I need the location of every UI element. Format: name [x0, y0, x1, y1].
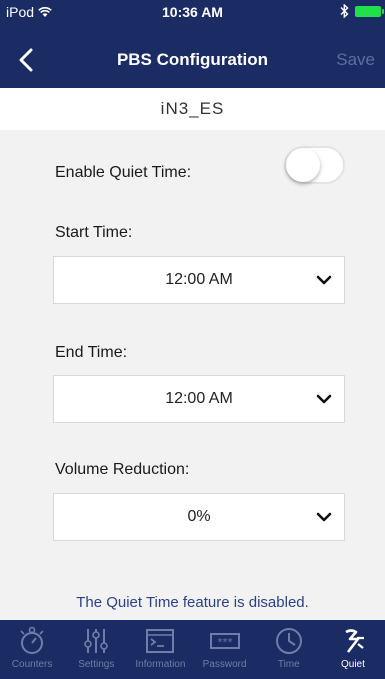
tab-counters[interactable]: Counters — [0, 620, 64, 679]
tab-quiet[interactable]: Quiet — [321, 620, 385, 679]
svg-text:***: *** — [217, 637, 232, 648]
tab-bar: Counters Settings Information *** Passwo… — [0, 620, 385, 679]
enable-quiet-time-toggle[interactable] — [284, 146, 345, 184]
tab-label: Counters — [11, 659, 53, 670]
page-title: PBS Configuration — [116, 50, 269, 69]
tab-label: Password — [202, 659, 247, 670]
tab-label: Information — [135, 659, 186, 670]
tab-label: Time — [277, 659, 300, 670]
volume-reduction-label: Volume Reduction: — [55, 461, 190, 478]
start-time-label: Start Time: — [55, 224, 133, 241]
volume-reduction-select[interactable]: 0% — [53, 493, 345, 541]
tab-label: Quiet — [340, 659, 365, 670]
terminal-icon — [146, 629, 175, 653]
tab-label: Settings — [78, 659, 115, 670]
chevron-down-icon — [316, 394, 332, 404]
clock-icon — [275, 628, 302, 654]
toggle-knob — [286, 148, 320, 182]
end-time-value: 12:00 AM — [165, 390, 233, 407]
tab-time[interactable]: Time — [257, 620, 321, 679]
tab-password[interactable]: *** Password — [193, 620, 257, 679]
save-button[interactable]: Save — [336, 50, 375, 70]
chevron-down-icon — [316, 275, 332, 285]
battery-icon — [355, 5, 384, 17]
quiet-time-status-message: The Quiet Time feature is disabled. — [76, 594, 309, 611]
navigation-bar: iPod 10:36 AM PBS Configuration Save — [0, 0, 385, 88]
chevron-down-icon — [316, 512, 332, 522]
start-time-select[interactable]: 12:00 AM — [53, 256, 345, 304]
volume-reduction-value: 0% — [187, 508, 211, 525]
start-time-value: 12:00 AM — [165, 271, 233, 288]
enable-quiet-time-label: Enable Quiet Time: — [55, 164, 192, 181]
bluetooth-icon — [340, 4, 349, 18]
status-time: 10:36 AM — [162, 4, 223, 20]
tab-information[interactable]: Information — [128, 620, 192, 679]
quiet-icon — [345, 629, 364, 653]
password-icon: *** — [209, 633, 240, 649]
stopwatch-icon — [20, 626, 44, 654]
end-time-select[interactable]: 12:00 AM — [53, 375, 345, 423]
device-name: iN3_ES — [0, 88, 385, 130]
end-time-label: End Time: — [55, 344, 128, 361]
status-indicators — [340, 4, 384, 18]
tab-settings[interactable]: Settings — [64, 620, 128, 679]
sliders-icon — [84, 629, 109, 653]
